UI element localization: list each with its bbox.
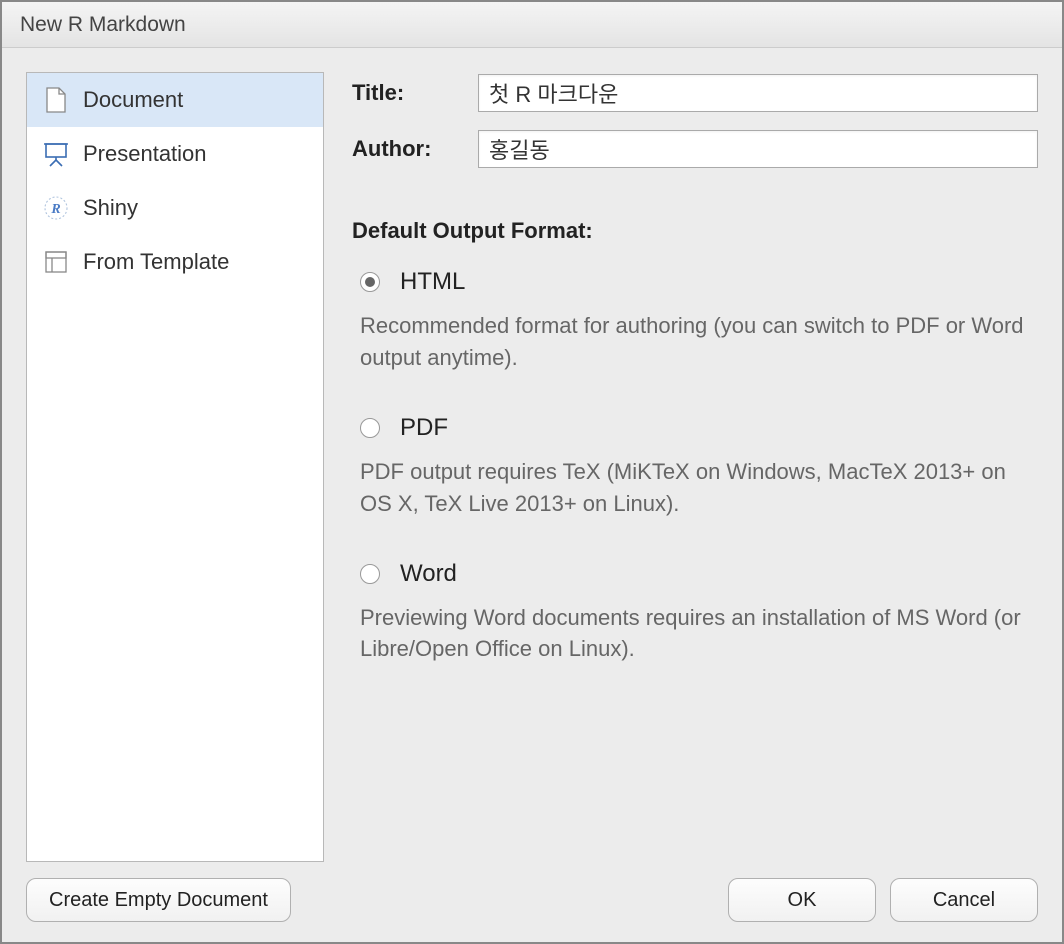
sidebar-item-label: Shiny xyxy=(83,195,138,221)
radio-row-html[interactable]: HTML xyxy=(352,268,1038,296)
dialog-title: New R Markdown xyxy=(20,13,186,37)
create-empty-document-button[interactable]: Create Empty Document xyxy=(26,878,291,922)
sidebar-item-label: Presentation xyxy=(83,141,207,167)
radio-label-word: Word xyxy=(400,560,457,588)
radio-row-word[interactable]: Word xyxy=(352,560,1038,588)
presentation-icon xyxy=(43,141,69,167)
radio-word[interactable] xyxy=(360,564,380,584)
format-option-pdf: PDF PDF output requires TeX (MiKTeX on W… xyxy=(352,414,1038,520)
svg-text:R: R xyxy=(50,202,60,217)
sidebar-item-shiny[interactable]: R Shiny xyxy=(27,181,323,235)
author-label: Author: xyxy=(352,136,460,162)
button-bar: Create Empty Document OK Cancel xyxy=(2,862,1062,942)
dialog-window: New R Markdown Document xyxy=(0,0,1064,944)
sidebar-item-from-template[interactable]: From Template xyxy=(27,235,323,289)
sidebar-item-label: From Template xyxy=(83,249,229,275)
shiny-icon: R xyxy=(43,195,69,221)
sidebar-item-presentation[interactable]: Presentation xyxy=(27,127,323,181)
radio-row-pdf[interactable]: PDF xyxy=(352,414,1038,442)
document-icon xyxy=(43,87,69,113)
radio-html[interactable] xyxy=(360,272,380,292)
radio-label-html: HTML xyxy=(400,268,465,296)
author-field-row: Author: xyxy=(352,130,1038,168)
title-field-row: Title: xyxy=(352,74,1038,112)
cancel-button[interactable]: Cancel xyxy=(890,878,1038,922)
radio-label-pdf: PDF xyxy=(400,414,448,442)
title-input[interactable] xyxy=(478,74,1038,112)
dialog-titlebar: New R Markdown xyxy=(2,2,1062,48)
author-input[interactable] xyxy=(478,130,1038,168)
sidebar: Document Presentation xyxy=(26,72,324,862)
radio-pdf[interactable] xyxy=(360,418,380,438)
main-panel: Title: Author: Default Output Format: HT… xyxy=(352,72,1038,862)
content-area: Document Presentation xyxy=(2,48,1062,862)
sidebar-item-document[interactable]: Document xyxy=(27,73,323,127)
template-icon xyxy=(43,249,69,275)
title-label: Title: xyxy=(352,80,460,106)
format-option-html: HTML Recommended format for authoring (y… xyxy=(352,268,1038,374)
format-option-word: Word Previewing Word documents requires … xyxy=(352,560,1038,666)
format-desc-word: Previewing Word documents requires an in… xyxy=(352,602,1038,666)
ok-button[interactable]: OK xyxy=(728,878,876,922)
sidebar-item-label: Document xyxy=(83,87,183,113)
format-desc-pdf: PDF output requires TeX (MiKTeX on Windo… xyxy=(352,456,1038,520)
format-desc-html: Recommended format for authoring (you ca… xyxy=(352,310,1038,374)
output-format-heading: Default Output Format: xyxy=(352,218,1038,244)
